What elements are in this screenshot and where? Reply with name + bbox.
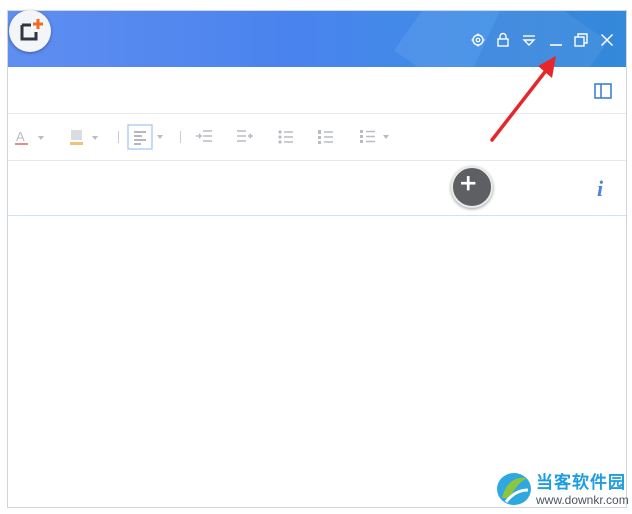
svg-text:A: A <box>16 129 25 144</box>
info-icon[interactable]: i <box>597 178 603 200</box>
toolbar-separator <box>118 131 119 143</box>
title-underline <box>8 215 626 216</box>
font-color-icon[interactable]: A <box>14 127 48 147</box>
watermark-name: 当客软件园 <box>536 473 626 493</box>
close-icon[interactable] <box>598 31 616 49</box>
highlight-color-icon[interactable] <box>68 127 102 147</box>
line-spacing-icon[interactable] <box>358 127 394 147</box>
indent-decrease-icon[interactable] <box>235 127 255 147</box>
indent-increase-icon[interactable] <box>194 127 214 147</box>
restore-icon[interactable] <box>572 31 590 49</box>
numbered-list-icon[interactable] <box>316 127 336 147</box>
watermark: 当客软件园 www.downkr.com <box>494 466 632 512</box>
toolbar-top-divider <box>8 113 626 114</box>
new-note-logo-icon[interactable] <box>9 10 51 52</box>
note-window: A i <box>7 10 627 508</box>
add-button[interactable] <box>451 166 493 208</box>
sidebar-toggle-icon[interactable] <box>594 83 612 99</box>
align-left-icon[interactable] <box>127 124 169 150</box>
toolbar-separator <box>180 131 181 143</box>
downkr-logo-icon <box>497 473 531 505</box>
title-bar[interactable] <box>8 11 626 67</box>
watermark-url: www.downkr.com <box>536 493 629 507</box>
bulleted-list-icon[interactable] <box>276 127 296 147</box>
settings-icon[interactable] <box>469 31 487 49</box>
toolbar-bottom-divider <box>8 160 626 161</box>
lock-icon[interactable] <box>494 31 512 49</box>
minimize-icon[interactable] <box>547 31 565 49</box>
dropdown-filter-icon[interactable] <box>520 31 538 49</box>
